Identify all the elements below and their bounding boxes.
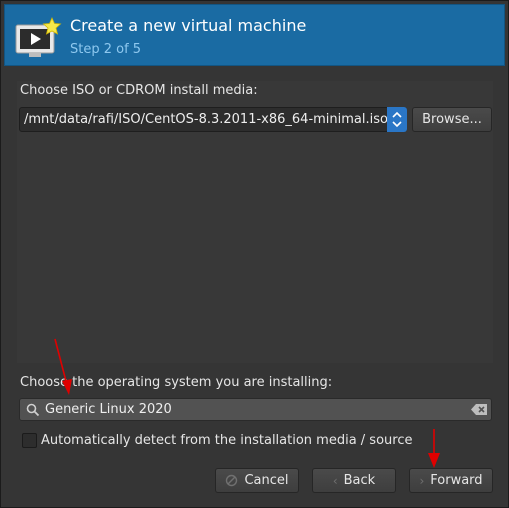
cancel-button-label: Cancel bbox=[244, 473, 289, 488]
iso-path-value: /mnt/data/rafi/ISO/CentOS-8.3.2011-x86_6… bbox=[24, 112, 388, 127]
virtual-machine-new-icon bbox=[15, 17, 62, 57]
install-media-label: Choose ISO or CDROM install media: bbox=[20, 83, 258, 98]
forward-chevron-icon: › bbox=[419, 473, 425, 488]
cancel-icon bbox=[226, 474, 238, 487]
step-indicator: Step 2 of 5 bbox=[70, 42, 142, 57]
dialog-header: Create a new virtual machine Step 2 of 5 bbox=[4, 4, 505, 66]
browse-button[interactable]: Browse... bbox=[412, 107, 492, 132]
updown-spin-icon[interactable] bbox=[387, 107, 407, 132]
clear-text-icon[interactable] bbox=[471, 404, 487, 415]
iso-path-combobox[interactable]: /mnt/data/rafi/ISO/CentOS-8.3.2011-x86_6… bbox=[19, 107, 407, 132]
browse-button-label: Browse... bbox=[422, 112, 482, 127]
forward-button-label: Forward bbox=[430, 473, 483, 488]
autodetect-checkbox[interactable] bbox=[22, 433, 37, 448]
annotation-arrow-os bbox=[54, 338, 72, 395]
back-button[interactable]: ‹ Back bbox=[312, 468, 396, 493]
back-button-label: Back bbox=[343, 473, 376, 488]
dialog-title: Create a new virtual machine bbox=[70, 16, 307, 35]
autodetect-label[interactable]: Automatically detect from the installati… bbox=[41, 433, 412, 448]
cancel-button[interactable]: Cancel bbox=[215, 468, 299, 493]
back-chevron-icon: ‹ bbox=[332, 473, 338, 488]
os-search-input[interactable]: Generic Linux 2020 bbox=[19, 398, 492, 421]
search-icon bbox=[26, 403, 40, 417]
os-search-value: Generic Linux 2020 bbox=[45, 402, 172, 417]
new-vm-dialog: Create a new virtual machine Step 2 of 5… bbox=[0, 0, 509, 508]
forward-button[interactable]: › Forward bbox=[409, 468, 493, 493]
annotation-arrow-forward bbox=[428, 429, 440, 468]
